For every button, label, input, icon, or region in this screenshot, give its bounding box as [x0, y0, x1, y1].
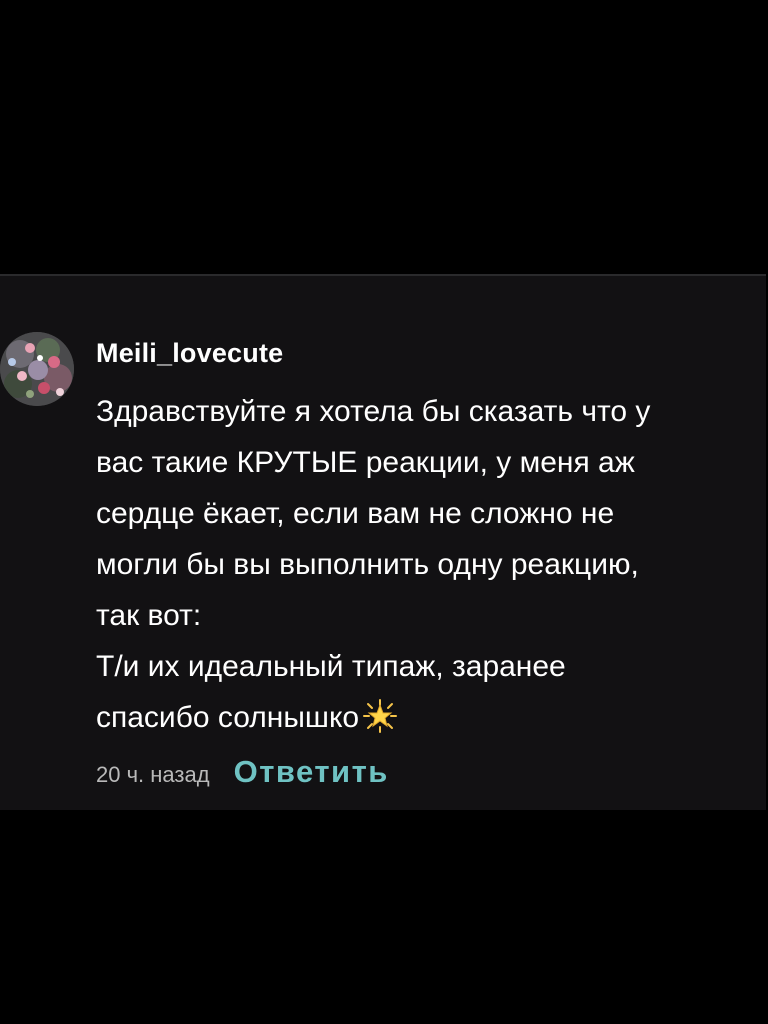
- comment-author[interactable]: Meili_lovecute: [96, 338, 283, 369]
- avatar-flowers-image: [0, 332, 74, 406]
- reply-button[interactable]: Ответить: [234, 754, 389, 790]
- avatar[interactable]: [0, 332, 74, 406]
- star-icon: [363, 698, 398, 749]
- comment-text: Здравствуйте я хотела бы сказать что у в…: [96, 395, 651, 734]
- timestamp: 20 ч. назад: [96, 762, 210, 787]
- comment-meta: 20 ч. назад Ответить: [96, 754, 389, 794]
- page: Meili_lovecute Здравствуйте я хотела бы …: [0, 0, 768, 1024]
- comment-body: Здравствуйте я хотела бы сказать что у в…: [96, 386, 736, 749]
- comment-card: Meili_lovecute Здравствуйте я хотела бы …: [0, 274, 766, 810]
